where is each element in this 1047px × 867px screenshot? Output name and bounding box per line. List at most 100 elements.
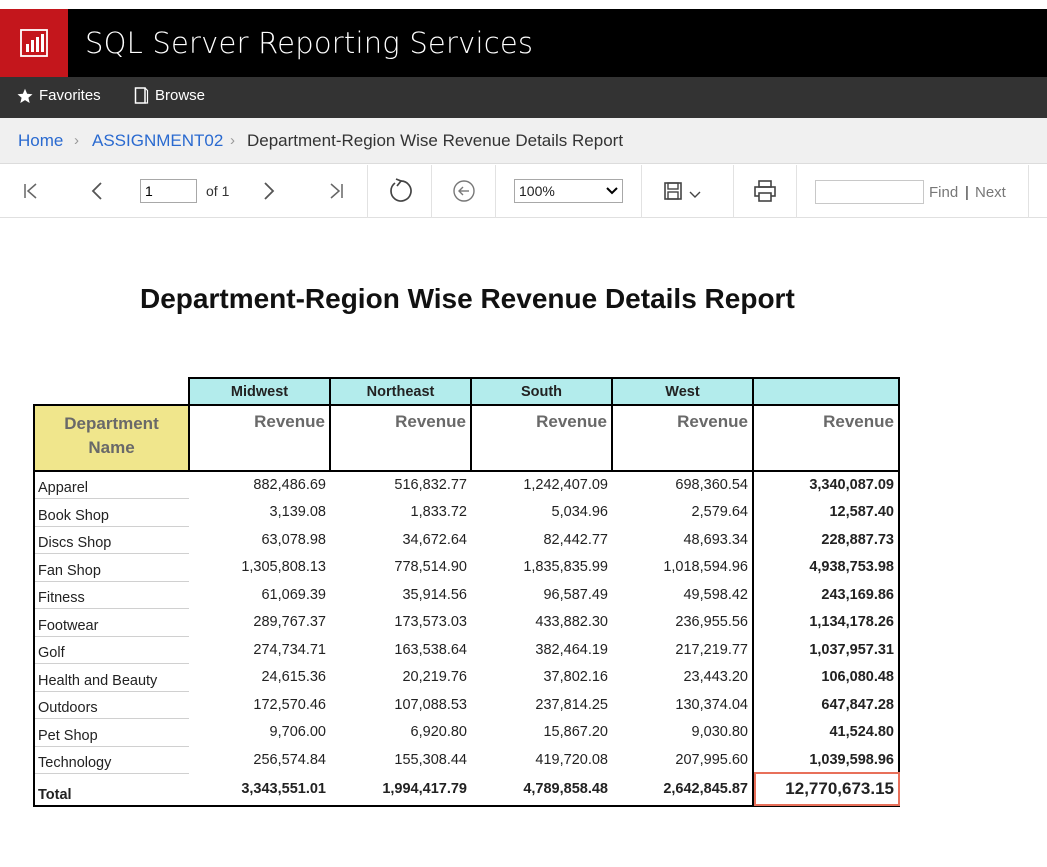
print-icon [754, 180, 776, 202]
revenue-cell: 516,832.77 [394, 477, 467, 494]
revenue-cell: 23,443.20 [612, 663, 754, 691]
revenue-cell: 237,814.25 [535, 696, 608, 713]
refresh-button[interactable] [386, 177, 414, 205]
revenue-cell: 107,088.53 [394, 696, 467, 713]
revenue-cell: 207,995.60 [612, 746, 754, 774]
department-name-cell: Pet Shop [33, 718, 189, 747]
table-row: Footwear 289,767.37 173,573.03 433,882.30 23… [33, 608, 900, 637]
table-row: Fan Shop 1,305,808.13 778,514.90 1,835,835.… [33, 553, 900, 582]
find-next-button[interactable]: Next [975, 184, 1006, 201]
favorites-label: Favorites [39, 87, 101, 104]
find-button[interactable]: Find [929, 184, 958, 201]
department-name-cell: Footwear [33, 608, 189, 637]
find-input[interactable] [815, 180, 924, 204]
revenue-cell: 34,672.64 [402, 531, 467, 548]
total-region-header [752, 377, 900, 406]
row-total-cell: 41,524.80 [753, 718, 900, 746]
report-chart-icon[interactable] [0, 9, 68, 77]
table-row: Golf 274,734.71 163,538.64 382,464.19 217,21… [33, 636, 900, 664]
department-name-cell: Health and Beauty [33, 663, 189, 692]
revenue-cell: 382,464.19 [535, 641, 608, 658]
revenue-cell: 1,835,835.99 [523, 559, 608, 576]
department-header-line: Name [88, 438, 135, 457]
last-page-button[interactable] [322, 177, 350, 205]
revenue-cell: 82,442.77 [543, 531, 608, 548]
table-row: Health and Beauty 24,615.36 20,219.76 37,80… [33, 663, 900, 692]
revenue-cell: 24,615.36 [261, 669, 326, 686]
export-button[interactable] [663, 177, 711, 205]
revenue-cell: 48,693.34 [612, 526, 754, 554]
browse-link[interactable]: Browse [134, 87, 205, 104]
department-name-header: Department Name [33, 404, 190, 472]
page-number-input[interactable] [140, 179, 197, 203]
department-name-cell: Fan Shop [33, 553, 189, 582]
previous-page-button[interactable] [84, 177, 112, 205]
next-page-button[interactable] [254, 177, 282, 205]
first-page-button[interactable] [17, 177, 45, 205]
browse-label: Browse [155, 87, 206, 104]
revenue-cell: 236,955.56 [612, 608, 754, 636]
region-header: South [470, 377, 613, 406]
row-total-cell: 1,037,957.31 [753, 636, 900, 664]
star-icon [17, 88, 33, 103]
find-separator: | [965, 184, 969, 201]
department-name-cell: Apparel [33, 471, 189, 499]
zoom-select[interactable]: 100% [514, 179, 623, 203]
revenue-cell: 15,867.20 [543, 724, 608, 741]
revenue-cell: 6,920.80 [410, 724, 467, 741]
department-name-cell: Discs Shop [33, 526, 189, 554]
toolbar-divider [495, 165, 496, 218]
grand-total-value: 12,770,673.15 [785, 779, 894, 798]
zoom-value: 100% [519, 183, 555, 199]
revenue-cell: 20,219.76 [402, 669, 467, 686]
total-label: Total [33, 773, 189, 807]
row-total-cell: 3,340,087.09 [753, 471, 900, 499]
revenue-cell: 778,514.90 [394, 559, 467, 576]
row-total-cell: 1,039,598.96 [753, 746, 900, 774]
row-total-cell: 12,587.40 [753, 498, 900, 526]
region-header: West [611, 377, 754, 406]
breadcrumb-folder[interactable]: ASSIGNMENT02 [92, 131, 223, 151]
revenue-cell: 419,720.08 [535, 751, 608, 768]
revenue-header: Revenue [329, 404, 472, 472]
revenue-cell: 5,034.96 [551, 504, 608, 521]
table-row: Book Shop 3,139.08 1,833.72 5,034.96 2,579.6… [33, 498, 900, 527]
toolbar-divider [367, 165, 368, 218]
row-total-cell: 647,847.28 [753, 691, 900, 719]
revenue-cell: 155,308.44 [394, 751, 467, 768]
revenue-cell: 9,030.80 [612, 718, 754, 746]
department-name-cell: Book Shop [33, 498, 189, 527]
department-header-line: Department [64, 414, 159, 433]
report-title: Department-Region Wise Revenue Details R… [140, 283, 795, 314]
revenue-header: Revenue [611, 404, 754, 472]
revenue-cell: 433,882.30 [535, 614, 608, 631]
breadcrumb-home[interactable]: Home [18, 131, 63, 151]
revenue-cell: 9,706.00 [269, 724, 326, 741]
revenue-cell: 217,219.77 [612, 636, 754, 664]
print-button[interactable] [751, 177, 779, 205]
brand-bar: SQL Server Reporting Services [0, 9, 1047, 77]
revenue-cell: 37,802.16 [543, 669, 608, 686]
revenue-header: Revenue [470, 404, 613, 472]
region-header: Northeast [329, 377, 472, 406]
region-total-cell: 4,789,858.48 [471, 773, 612, 807]
favorites-link[interactable]: Favorites [17, 87, 101, 104]
revenue-cell: 698,360.54 [612, 471, 754, 499]
row-total-cell: 4,938,753.98 [753, 553, 900, 581]
revenue-cell: 882,486.69 [253, 477, 326, 494]
toolbar-divider [641, 165, 642, 218]
chevron-left-icon [91, 182, 102, 200]
revenue-header: Revenue [752, 404, 900, 472]
back-to-parent-button[interactable] [450, 177, 478, 205]
breadcrumb-current: Department-Region Wise Revenue Details R… [247, 131, 624, 150]
document-icon [134, 87, 149, 104]
toolbar-divider [733, 165, 734, 218]
revenue-cell: 49,598.42 [612, 581, 754, 609]
revenue-cell: 1,242,407.09 [523, 477, 608, 494]
revenue-cell: 63,078.98 [261, 531, 326, 548]
chevron-down-icon [606, 187, 618, 195]
table-row: Outdoors 172,570.46 107,088.53 237,814.25 13… [33, 691, 900, 719]
chevron-down-icon [689, 191, 701, 198]
region-total-cell: 1,994,417.79 [330, 773, 471, 807]
breadcrumb: Home › ASSIGNMENT02 › Department-Region … [0, 118, 1047, 164]
